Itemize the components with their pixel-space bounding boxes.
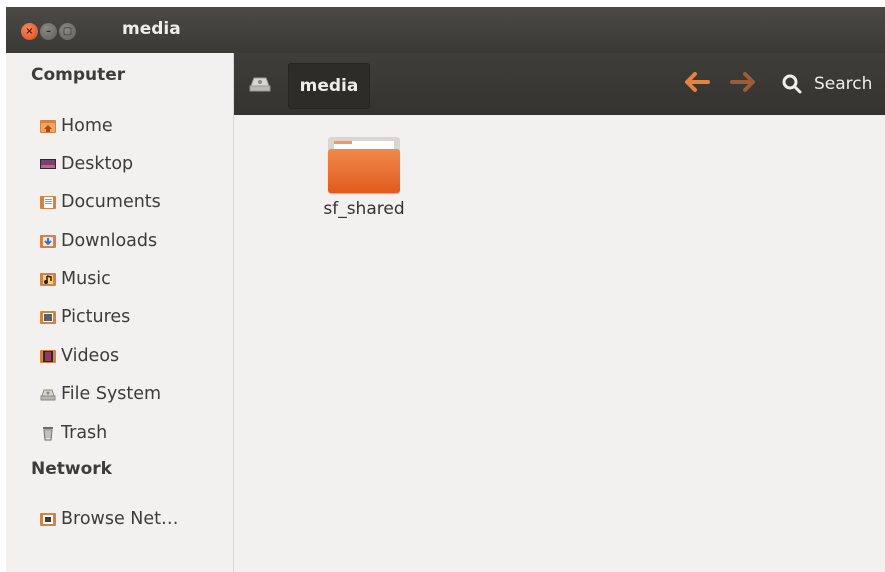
- sidebar-header-computer: Computer: [31, 65, 126, 85]
- sidebar-item-pictures[interactable]: Pictures: [40, 303, 130, 331]
- sidebar-item-label: Trash: [61, 423, 108, 443]
- sidebar-item-downloads[interactable]: Downloads: [40, 227, 157, 255]
- path-segment-media[interactable]: media: [288, 63, 370, 109]
- search-icon: [782, 74, 802, 94]
- sidebar-header-network: Network: [31, 459, 112, 479]
- sidebar-item-videos[interactable]: Videos: [40, 342, 119, 370]
- search-button[interactable]: Search: [782, 71, 872, 97]
- file-manager-window: × – ▢ media Computer Home Desktop Docume…: [6, 7, 885, 572]
- drive-icon: [249, 77, 271, 92]
- pictures-folder-icon: [40, 309, 56, 325]
- back-button[interactable]: [682, 69, 712, 100]
- sidebar-item-documents[interactable]: Documents: [40, 188, 161, 216]
- sidebar-item-trash[interactable]: Trash: [40, 419, 107, 447]
- sidebar: Computer Home Desktop Documents Download…: [6, 53, 234, 572]
- folder-icon: [328, 137, 400, 193]
- forward-button[interactable]: [728, 69, 758, 100]
- videos-folder-icon: [40, 348, 56, 364]
- drive-icon: [40, 386, 56, 402]
- sidebar-item-label: Music: [61, 269, 111, 289]
- network-folder-icon: [40, 511, 56, 527]
- minimize-window-button[interactable]: –: [40, 23, 57, 40]
- sidebar-item-music[interactable]: Music: [40, 265, 111, 293]
- title-bar[interactable]: × – ▢ media: [6, 7, 885, 53]
- sidebar-item-label: Home: [61, 116, 113, 136]
- arrow-right-icon: [730, 72, 755, 92]
- desktop-icon: [40, 156, 56, 172]
- sidebar-item-label: Downloads: [61, 231, 158, 251]
- search-label: Search: [814, 74, 873, 94]
- downloads-folder-icon: [40, 233, 56, 249]
- sidebar-item-label: Browse Net…: [61, 509, 179, 529]
- drive-root-button[interactable]: [248, 75, 272, 93]
- sidebar-item-label: Videos: [61, 346, 120, 366]
- sidebar-item-desktop[interactable]: Desktop: [40, 150, 133, 178]
- maximize-window-button[interactable]: ▢: [59, 23, 76, 40]
- window-title: media: [122, 19, 181, 39]
- folder-label: sf_shared: [323, 199, 405, 219]
- file-view[interactable]: sf_shared: [234, 115, 885, 572]
- documents-folder-icon: [40, 194, 56, 210]
- sidebar-item-label: File System: [61, 384, 162, 404]
- folder-item-sf-shared[interactable]: sf_shared: [304, 137, 424, 219]
- sidebar-item-label: Desktop: [61, 154, 134, 174]
- toolbar: media Search: [234, 53, 885, 115]
- music-folder-icon: [40, 271, 56, 287]
- sidebar-item-label: Pictures: [61, 307, 131, 327]
- close-window-button[interactable]: ×: [21, 23, 38, 40]
- arrow-left-icon: [685, 72, 710, 92]
- sidebar-item-label: Documents: [61, 192, 161, 212]
- sidebar-item-file-system[interactable]: File System: [40, 380, 161, 408]
- home-folder-icon: [40, 118, 56, 134]
- trash-icon: [40, 425, 56, 441]
- sidebar-item-home[interactable]: Home: [40, 112, 113, 140]
- sidebar-item-browse-network[interactable]: Browse Net…: [40, 505, 179, 533]
